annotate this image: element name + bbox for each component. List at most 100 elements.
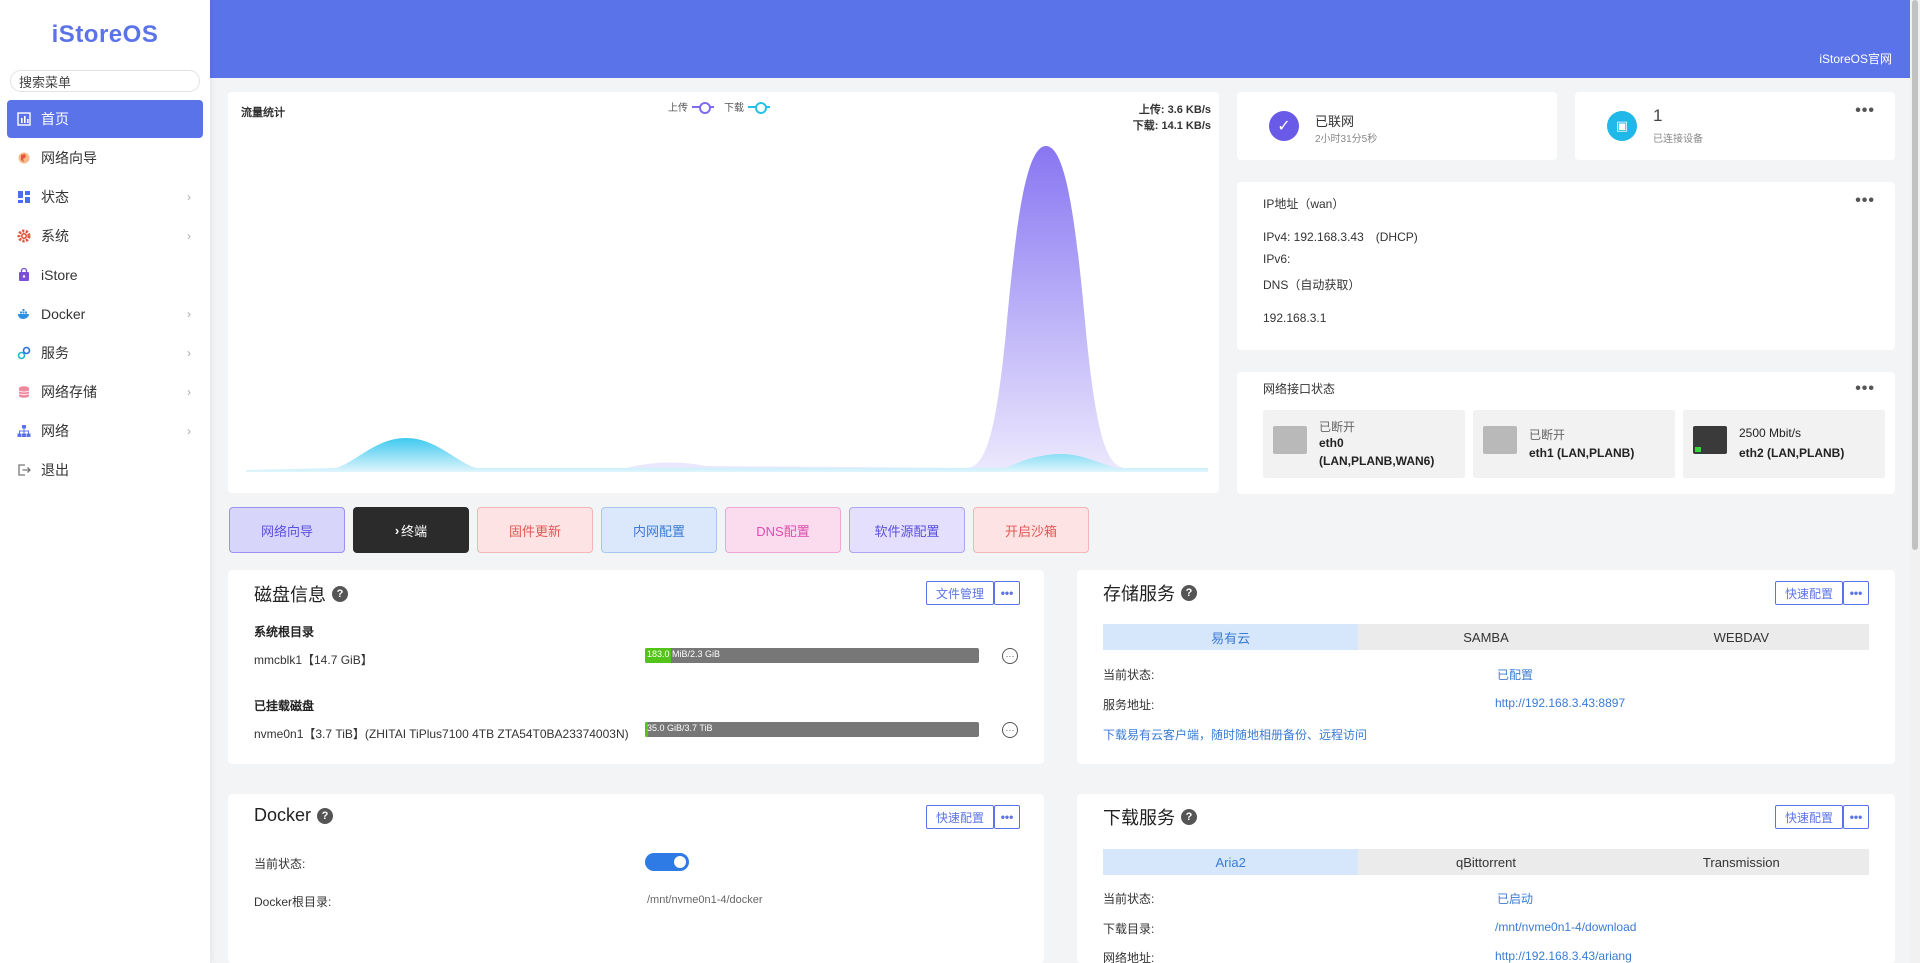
chevron-right-icon: › <box>187 424 191 438</box>
interface-name: eth1 (LAN,PLANB) <box>1529 446 1635 460</box>
more-icon[interactable]: ••• <box>1855 192 1875 210</box>
sidebar-item-label: 系统 <box>41 228 69 244</box>
tab-samba[interactable]: SAMBA <box>1358 624 1614 650</box>
download-net-link[interactable]: http://192.168.3.43/ariang <box>1495 949 1632 963</box>
interface-eth1[interactable]: 已断开 eth1 (LAN,PLANB) <box>1473 410 1675 478</box>
interfaces-card: 网络接口状态 ••• 已断开 eth0 (LAN,PLANB,WAN6) 已断开… <box>1237 372 1895 494</box>
sidebar-item-system[interactable]: 系统 › <box>7 217 203 255</box>
legend-download[interactable]: 下载 <box>724 99 770 114</box>
storage-quick-config-button[interactable]: 快速配置 <box>1775 581 1843 605</box>
chevron-right-icon: › <box>187 385 191 399</box>
chevron-right-icon: › <box>187 229 191 243</box>
mounted-title: 已挂载磁盘 <box>254 699 315 713</box>
docker-icon <box>17 307 31 321</box>
app-logo[interactable]: iStoreOS <box>0 0 210 70</box>
disk-title-text: 磁盘信息 <box>254 585 326 605</box>
mounted-disk-name: nvme0n1【3.7 TiB】(ZHITAI TiPlus7100 4TB Z… <box>254 727 629 741</box>
sidebar-item-network-storage[interactable]: 网络存储 › <box>7 373 203 411</box>
more-circle-icon[interactable]: ··· <box>1002 648 1018 664</box>
more-icon[interactable]: ••• <box>994 581 1020 605</box>
search-input[interactable]: 搜索菜单 <box>10 70 200 92</box>
docker-root-value: /mnt/nvme0n1-4/docker <box>647 894 763 906</box>
sidebar-item-istore[interactable]: iStore <box>7 256 203 294</box>
download-title-text: 下载服务 <box>1103 808 1175 828</box>
docker-quick-config-button[interactable]: 快速配置 <box>926 805 994 829</box>
traffic-chart <box>246 146 1208 472</box>
sidebar-item-services[interactable]: 服务 › <box>7 334 203 372</box>
sidebar-item-network[interactable]: 网络 › <box>7 412 203 450</box>
ethernet-port-icon <box>1483 426 1517 454</box>
scrollbar[interactable] <box>1910 0 1920 963</box>
download-status-value[interactable]: 已启动 <box>1497 890 1533 907</box>
help-icon[interactable]: ? <box>1181 809 1197 825</box>
tab-qbittorrent[interactable]: qBittorrent <box>1358 849 1614 875</box>
gear-icon <box>17 229 31 243</box>
more-circle-icon[interactable]: ··· <box>1002 722 1018 738</box>
legend-upload[interactable]: 上传 <box>668 99 714 114</box>
ipv4-value: IPv4: 192.168.3.43 (DHCP) <box>1263 230 1418 244</box>
help-icon[interactable]: ? <box>317 807 334 824</box>
more-icon[interactable]: ••• <box>1855 102 1875 120</box>
file-manage-button[interactable]: 文件管理 <box>926 581 994 605</box>
more-icon[interactable]: ••• <box>1855 380 1875 398</box>
dns-title: DNS（自动获取） <box>1263 278 1361 292</box>
sidebar-item-home[interactable]: 首页 <box>7 100 203 138</box>
lan-config-button[interactable]: 内网配置 <box>601 507 717 553</box>
tab-aria2[interactable]: Aria2 <box>1103 849 1359 875</box>
sidebar-item-status[interactable]: 状态 › <box>7 178 203 216</box>
root-title: 系统根目录 <box>254 625 315 639</box>
sidebar-item-label: 状态 <box>41 189 69 205</box>
speed-readout: 上传: 3.6 KB/s 下载: 14.1 KB/s <box>1133 102 1211 134</box>
tab-webdav[interactable]: WEBDAV <box>1613 624 1869 650</box>
help-icon[interactable]: ? <box>332 586 348 602</box>
dns-config-button[interactable]: DNS配置 <box>725 507 841 553</box>
database-icon <box>17 385 31 399</box>
ip-card: IP地址（wan） IPv4: 192.168.3.43 (DHCP) IPv6… <box>1237 182 1895 350</box>
software-source-button[interactable]: 软件源配置 <box>849 507 965 553</box>
help-icon[interactable]: ? <box>1181 585 1197 601</box>
terminal-button[interactable]: › 终端 <box>353 507 469 553</box>
more-icon[interactable]: ••• <box>1843 805 1869 829</box>
storage-addr-link[interactable]: http://192.168.3.43:8897 <box>1495 696 1625 710</box>
sidebar-item-network-wizard[interactable]: 网络向导 <box>7 139 203 177</box>
interface-eth0[interactable]: 已断开 eth0 (LAN,PLANB,WAN6) <box>1263 410 1465 478</box>
download-net-label: 网络地址: <box>1103 951 1155 963</box>
docker-card: Docker? 快速配置 ••• 当前状态: Docker根目录: /mnt/n… <box>228 794 1044 963</box>
sidebar-item-logout[interactable]: 退出 <box>7 451 203 489</box>
interface-eth2[interactable]: 2500 Mbit/s eth2 (LAN,PLANB) <box>1683 410 1885 478</box>
official-site-link[interactable]: iStoreOS官网 <box>1819 50 1892 67</box>
sandbox-button[interactable]: 开启沙箱 <box>973 507 1089 553</box>
more-icon[interactable]: ••• <box>994 805 1020 829</box>
traffic-legend: 上传 下载 <box>668 99 770 114</box>
sidebar-item-label: 网络向导 <box>41 150 97 166</box>
mounted-usage-text: 35.0 GiB/3.7 TiB <box>647 723 713 733</box>
interfaces-title: 网络接口状态 <box>1263 382 1336 396</box>
network-wizard-button[interactable]: 网络向导 <box>229 507 345 553</box>
sidebar-item-label: 首页 <box>41 111 69 127</box>
docker-toggle[interactable] <box>645 853 689 871</box>
firmware-update-button[interactable]: 固件更新 <box>477 507 593 553</box>
docker-title: Docker? <box>254 805 334 826</box>
sidebar-item-docker[interactable]: Docker › <box>7 295 203 333</box>
download-quick-config-button[interactable]: 快速配置 <box>1775 805 1843 829</box>
connection-status: 已联网 <box>1315 114 1355 129</box>
download-tabs: Aria2 qBittorrent Transmission <box>1103 849 1869 875</box>
tab-yiyouyun[interactable]: 易有云 <box>1103 624 1359 650</box>
scrollbar-thumb[interactable] <box>1912 0 1918 550</box>
root-usage-text: 183.0 MiB/2.3 GiB <box>647 649 721 659</box>
sidebar: iStoreOS 搜索菜单 首页 网络向导 状态 › 系统 › iStore D… <box>0 0 210 963</box>
sidebar-item-label: 服务 <box>41 345 69 361</box>
storage-download-link[interactable]: 下载易有云客户端，随时随地相册备份、远程访问 <box>1103 726 1367 743</box>
download-dir-label: 下载目录: <box>1103 922 1155 936</box>
more-icon[interactable]: ••• <box>1843 581 1869 605</box>
legend-download-label: 下载 <box>724 103 744 114</box>
download-dir-link[interactable]: /mnt/nvme0n1-4/download <box>1495 920 1636 934</box>
ipv6-value: IPv6: <box>1263 252 1291 266</box>
storage-tabs: 易有云 SAMBA WEBDAV <box>1103 624 1869 650</box>
storage-status-value[interactable]: 已配置 <box>1497 666 1533 683</box>
mounted-usage-bar: 35.0 GiB/3.7 TiB <box>645 722 979 737</box>
tab-transmission[interactable]: Transmission <box>1613 849 1869 875</box>
grid-icon <box>17 190 31 204</box>
legend-upload-label: 上传 <box>668 103 688 114</box>
legend-upload-marker <box>692 101 714 114</box>
